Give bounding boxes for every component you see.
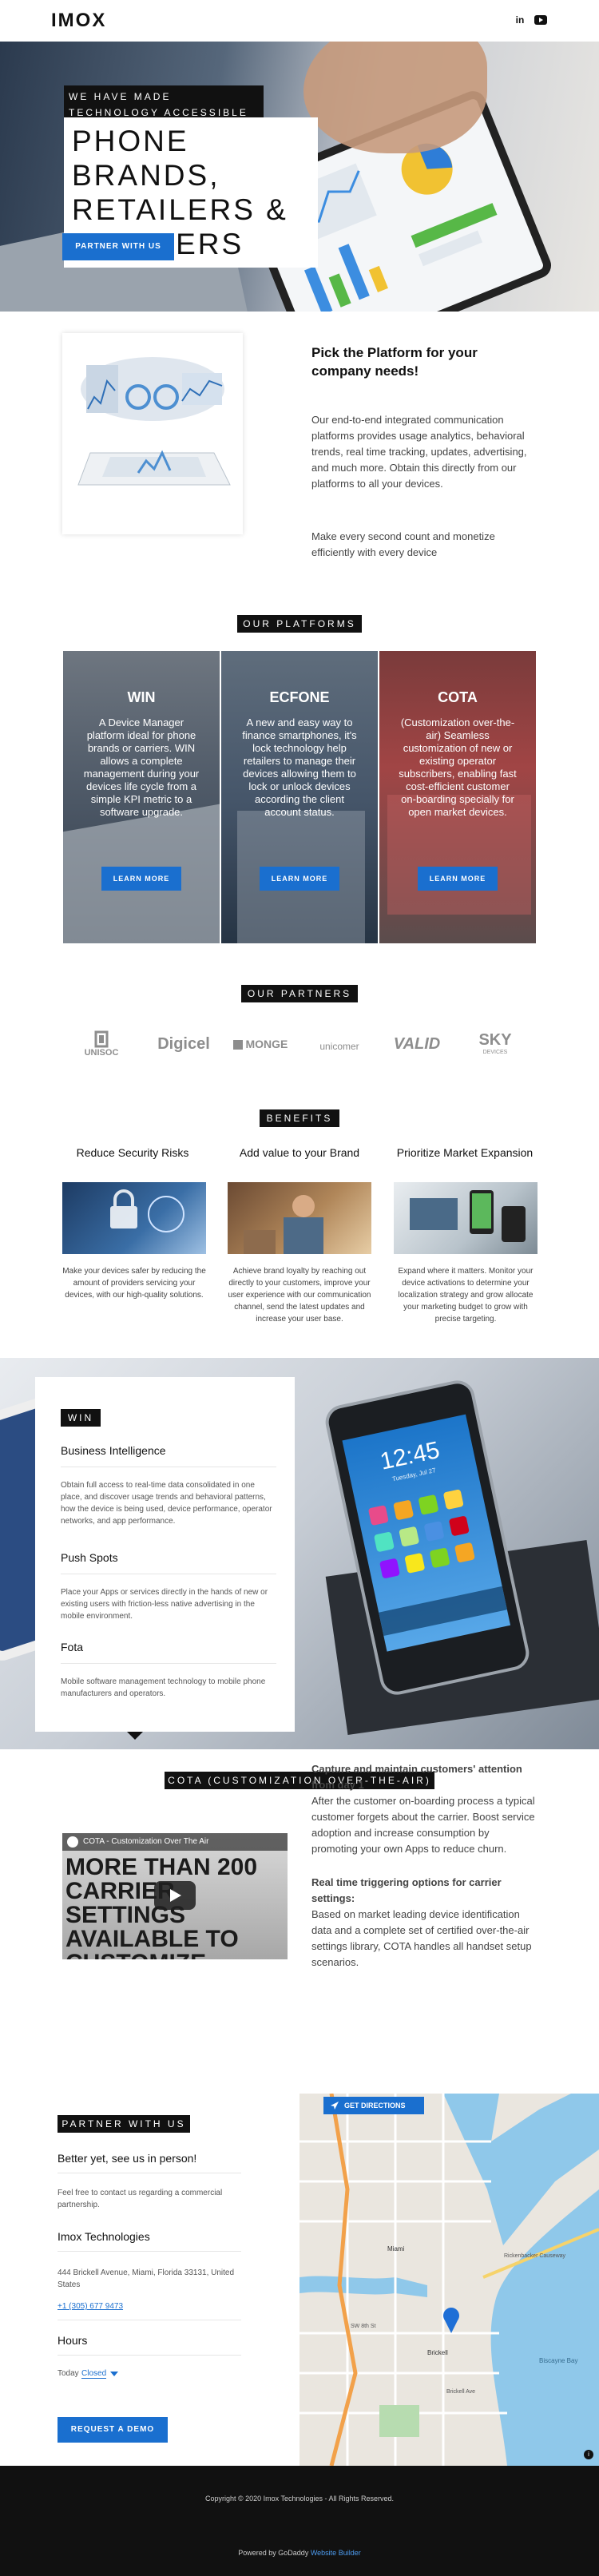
section-label-win: WIN (61, 1409, 101, 1427)
benefit-title: Prioritize Market Expansion (396, 1146, 534, 1159)
linkedin-icon[interactable]: in (513, 13, 527, 27)
card-pointer-icon (127, 1732, 143, 1740)
platform-illustration (62, 333, 243, 534)
section-label-benefits: BENEFITS (260, 1109, 339, 1127)
location-map[interactable]: GET DIRECTIONS Brickell Miami Biscayne B… (300, 2094, 599, 2466)
platform-title: COTA (438, 689, 478, 705)
play-icon[interactable] (154, 1881, 196, 1910)
divider (58, 2251, 241, 2252)
brand-image (228, 1182, 371, 1254)
hero-hand-image (303, 42, 487, 153)
hours-heading: Hours (58, 2334, 88, 2347)
partner-with-us-button[interactable]: PARTNER WITH US (62, 233, 174, 260)
partner-logo-sky: SKY DEVICES (478, 1031, 512, 1055)
cota-text-2: Based on market leading device identific… (311, 1908, 532, 1968)
company-address: 444 Brickell Avenue, Miami, Florida 3313… (58, 2268, 235, 2289)
platform-card-ecfone: ECFONE A new and easy way to finance sma… (221, 651, 378, 943)
copyright-text: Copyright © 2020 Imox Technologies - All… (204, 2495, 395, 2503)
site-logo[interactable]: IMOX (51, 10, 106, 32)
benefit-description: Make your devices safer by reducing the … (62, 1267, 206, 1300)
hero-banner: WE HAVE MADE TECHNOLOGY ACCESSIBLE FOR T… (0, 42, 599, 312)
security-image (62, 1182, 206, 1254)
powered-by-text: Powered by GoDaddy Website Builder (238, 2549, 361, 2557)
cota-heading-1: Capture and maintain customers' attentio… (311, 1763, 522, 1791)
divider (61, 1663, 276, 1664)
contact-text: Feel free to contact us regarding a comm… (58, 2189, 223, 2209)
learn-more-button[interactable]: LEARN MORE (418, 867, 498, 891)
site-header: IMOX in (0, 0, 599, 42)
platform-title: ECFONE (269, 689, 330, 705)
website-builder-link[interactable]: Website Builder (311, 2549, 361, 2557)
benefit-description: Expand where it matters. Monitor your de… (398, 1267, 534, 1324)
partner-logo-unisoc: UNISOC (73, 1030, 129, 1058)
cota-video-player[interactable]: MORE THAN 200 CARRIER SETTINGS AVAILABLE… (62, 1833, 288, 1959)
contact-heading: Better yet, see us in person! (58, 2152, 197, 2165)
map-label: Rickenbacker Causeway (504, 2253, 566, 2259)
map-label: Miami (387, 2245, 405, 2253)
today-label: Today (58, 2369, 79, 2378)
map-label: Brickell (427, 2349, 448, 2356)
section-label-platforms: OUR PLATFORMS (237, 615, 362, 633)
company-name: Imox Technologies (58, 2230, 150, 2243)
benefit-title: Reduce Security Risks (76, 1146, 189, 1159)
win-card: WIN Business Intelligence Obtain full ac… (35, 1377, 295, 1732)
cota-text-1: After the customer on-boarding process a… (311, 1795, 535, 1855)
win-heading: Fota (61, 1641, 84, 1653)
win-text: Obtain full access to real-time data con… (61, 1481, 272, 1526)
market-image (394, 1182, 538, 1254)
intro-paragraph-2: Make every second count and monetize eff… (311, 530, 495, 558)
learn-more-button[interactable]: LEARN MORE (260, 867, 339, 891)
chevron-down-icon[interactable] (110, 2372, 118, 2376)
navigation-arrow-icon (331, 2102, 339, 2110)
video-title: COTA - Customization Over The Air (83, 1837, 209, 1846)
map-label: SW 8th St (351, 2324, 376, 2329)
win-text: Mobile software management technology to… (61, 1677, 266, 1698)
platform-description: (Customization over-the-air) Seamless cu… (399, 716, 517, 818)
hours-status[interactable]: Closed (81, 2369, 107, 2379)
youtube-icon[interactable] (534, 13, 548, 27)
section-label-partner: PARTNER WITH US (58, 2115, 190, 2133)
info-icon[interactable]: i (584, 2450, 593, 2459)
platform-description: A new and easy way to finance smartphone… (242, 716, 357, 818)
platform-description: A Device Manager platform ideal for phon… (83, 716, 200, 818)
platform-card-cota: COTA (Customization over-the-air) Seamle… (379, 651, 536, 943)
partner-logo-unicomer: unicomer (319, 1041, 359, 1052)
learn-more-button[interactable]: LEARN MORE (101, 867, 181, 891)
map-label: Biscayne Bay (539, 2357, 578, 2364)
monge-mark-icon (232, 1040, 243, 1050)
map-label: Brickell Ave (446, 2389, 476, 2395)
cota-heading-2: Real time triggering options for carrier… (311, 1876, 502, 1904)
site-footer: Copyright © 2020 Imox Technologies - All… (0, 2466, 599, 2576)
win-text: Place your Apps or services directly in … (61, 1588, 268, 1621)
partner-logo-monge: MONGE (230, 1030, 291, 1058)
platform-card-win: WIN A Device Manager platform ideal for … (63, 651, 220, 943)
channel-avatar (67, 1836, 78, 1848)
intro-title: Pick the Platform for your company needs… (311, 345, 478, 379)
platform-title: WIN (127, 689, 156, 705)
partner-logo-digicel: Digicel (157, 1035, 210, 1053)
request-demo-button[interactable]: REQUEST A DEMO (58, 2417, 168, 2443)
phone-link[interactable]: +1 (305) 677 9473 (58, 2302, 123, 2311)
win-heading: Business Intelligence (61, 1444, 166, 1457)
intro-paragraph: Our end-to-end integrated communication … (311, 414, 527, 490)
section-label-partners: OUR PARTNERS (241, 985, 358, 1002)
benefit-description: Achieve brand loyalty by reaching out di… (228, 1267, 371, 1324)
divider (58, 2355, 241, 2356)
benefit-title: Add value to your Brand (239, 1146, 360, 1159)
win-heading: Push Spots (61, 1551, 118, 1564)
partner-logo-valid: VALID (393, 1035, 441, 1053)
